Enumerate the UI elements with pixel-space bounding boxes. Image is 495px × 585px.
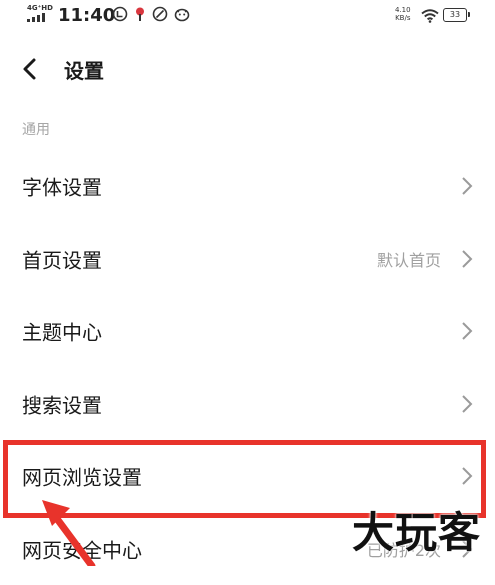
chevron-right-icon (461, 176, 473, 196)
chevron-left-icon (16, 54, 46, 84)
status-bar: 4G⁺HD 11:40 4.10 KB/s 33 (0, 0, 495, 34)
header: 设置 (0, 44, 495, 94)
app-notification-icon (112, 6, 128, 26)
sync-icon (152, 6, 168, 26)
settings-item-label: 字体设置 (22, 172, 102, 201)
signal-icon (27, 13, 49, 22)
page-title: 设置 (64, 55, 104, 84)
settings-item-theme[interactable]: 主题中心 (0, 295, 495, 368)
arrow-annotation (30, 490, 130, 566)
back-button[interactable] (16, 54, 46, 84)
settings-item-homepage[interactable]: 首页设置 默认首页 (0, 223, 495, 296)
settings-item-search[interactable]: 搜索设置 (0, 368, 495, 441)
chevron-right-icon (461, 394, 473, 414)
settings-item-label: 搜索设置 (22, 389, 102, 418)
notification-icons (112, 7, 190, 25)
status-time: 11:40 (58, 5, 115, 26)
settings-item-value: 默认首页 (377, 247, 441, 271)
network-speed: 4.10 KB/s (395, 6, 411, 22)
mascot-icon (174, 6, 190, 26)
chevron-right-icon (461, 249, 473, 269)
section-label: 通用 (22, 119, 50, 139)
wifi-icon (421, 8, 439, 22)
battery-icon: 33 (443, 8, 467, 22)
chevron-right-icon (461, 321, 473, 341)
network-type: 4G⁺HD (27, 4, 53, 12)
settings-item-font[interactable]: 字体设置 (0, 150, 495, 223)
location-pin-icon (134, 6, 146, 26)
watermark: 大玩客 (352, 499, 481, 560)
settings-item-label: 首页设置 (22, 244, 102, 273)
settings-item-label: 主题中心 (22, 317, 102, 346)
